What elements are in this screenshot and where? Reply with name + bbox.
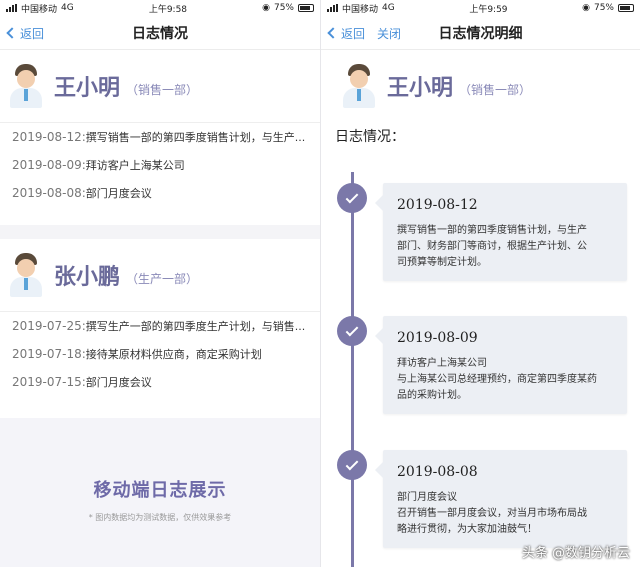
nav-bar: 返回 日志情况 <box>0 16 320 50</box>
check-icon <box>337 183 367 213</box>
chevron-left-icon <box>6 27 18 39</box>
person-dept: （销售一部） <box>126 82 199 97</box>
status-bar: 中国移动 4G 上午9:59 ◉ 75% <box>321 0 640 16</box>
signal-icon <box>6 4 17 12</box>
carrier: 中国移动 <box>342 4 379 15</box>
person-name: 王小明 <box>54 76 121 101</box>
person-dept: （销售一部） <box>459 82 532 97</box>
log-date: 2019-07-15: <box>12 375 86 389</box>
chevron-left-icon <box>327 27 339 39</box>
check-icon <box>337 450 367 480</box>
log-line: 司预算等制定计划。 <box>397 257 487 268</box>
back-button[interactable]: 返回 <box>327 25 366 42</box>
lock-rotation-icon: ◉ <box>262 3 270 13</box>
log-text: 接待某原材料供应商，商定采购计划 <box>85 348 262 361</box>
log-text: 撰写销售一部的第四季度销售计划，与生产... <box>85 131 306 144</box>
battery-percent: 75% <box>593 3 614 13</box>
log-row[interactable]: 2019-07-18: 接待某原材料供应商，商定采购计划 <box>12 340 320 368</box>
log-line: 部门月度会议 <box>397 492 457 503</box>
person-dept: （生产一部） <box>126 271 199 286</box>
page-title: 日志情况 <box>132 25 188 42</box>
back-label: 返回 <box>20 26 45 41</box>
carrier: 中国移动 <box>21 4 58 15</box>
avatar <box>8 253 44 297</box>
person-name: 张小鹏 <box>54 265 121 290</box>
log-text: 撰写生产一部的第四季度生产计划，与销售... <box>85 320 306 333</box>
battery-percent: 75% <box>273 3 294 13</box>
log-text: 拜访客户上海某公司 <box>85 159 185 172</box>
avatar <box>8 64 44 108</box>
logs-label: 日志情况： <box>335 129 405 145</box>
close-button[interactable]: 关闭 <box>377 25 401 42</box>
log-date: 2019-08-08: <box>12 186 86 200</box>
log-date: 2019-07-25: <box>12 319 86 333</box>
watermark: 头条 @数钥分析云 <box>521 546 630 561</box>
log-row[interactable]: 2019-07-25: 撰写生产一部的第四季度生产计划，与销售... <box>12 312 320 340</box>
log-card[interactable]: 2019-08-08 部门月度会议 召开销售一部月度会议，对当月市场布局战 略进… <box>375 450 627 548</box>
log-date: 2019-08-08 <box>397 464 478 480</box>
back-label: 返回 <box>341 26 366 41</box>
status-bar: 中国移动 4G 上午9:58 ◉ 75% <box>0 0 320 16</box>
log-line: 拜访客户上海某公司 <box>397 358 487 369</box>
section-gap <box>0 225 320 239</box>
log-date: 2019-08-09: <box>12 158 86 172</box>
log-text: 部门月度会议 <box>85 376 152 389</box>
log-line: 与上海某公司总经理预约，商定第四季度某药 <box>397 374 597 385</box>
log-card[interactable]: 2019-08-12 撰写销售一部的第四季度销售计划，与生产 部门、财务部门等商… <box>375 183 627 281</box>
network: 4G <box>382 3 395 13</box>
lock-rotation-icon: ◉ <box>582 3 590 13</box>
log-date: 2019-07-18: <box>12 347 86 361</box>
person-card[interactable]: 张小鹏 （生产一部） 2019-07-25: 撰写生产一部的第四季度生产计划，与销… <box>0 239 320 396</box>
network: 4G <box>61 3 74 13</box>
banner-note: * 图内数据均为测试数据，仅供效果参考 <box>88 513 232 522</box>
left-screen: 中国移动 4G 上午9:58 ◉ 75% 返回 日志情况 王小明 （销售一部） … <box>0 0 320 567</box>
log-line: 品的采购计划。 <box>397 390 467 401</box>
log-row[interactable]: 2019-08-08: 部门月度会议 <box>12 179 320 207</box>
log-line: 撰写销售一部的第四季度销售计划，与生产 <box>397 225 587 236</box>
page-title: 日志情况明细 <box>438 25 523 42</box>
log-text: 部门月度会议 <box>85 187 152 200</box>
log-date: 2019-08-09 <box>397 330 478 346</box>
back-button[interactable]: 返回 <box>6 25 45 42</box>
log-date: 2019-08-12: <box>12 130 86 144</box>
log-line: 召开销售一部月度会议，对当月市场布局战 <box>397 508 587 519</box>
person-card[interactable]: 王小明 （销售一部） 2019-08-12: 撰写销售一部的第四季度销售计划，与生… <box>0 50 320 207</box>
banner-title: 移动端日志展示 <box>93 480 227 501</box>
check-icon <box>337 316 367 346</box>
right-screen: 中国移动 4G 上午9:59 ◉ 75% 返回 关闭 日志情况明细 王小明 （销… <box>320 0 640 567</box>
log-line: 略进行贯彻，为大家加油鼓气！ <box>397 524 537 535</box>
person-header: 王小明 （销售一部） <box>321 50 640 122</box>
log-row[interactable]: 2019-08-09: 拜访客户上海某公司 <box>12 151 320 179</box>
log-line: 部门、财务部门等商讨，根据生产计划、公 <box>397 241 587 252</box>
app-root: 中国移动 4G 上午9:58 ◉ 75% 返回 日志情况 王小明 （销售一部） … <box>0 0 640 567</box>
battery-icon <box>298 4 314 12</box>
log-row[interactable]: 2019-07-15: 部门月度会议 <box>12 368 320 396</box>
person-name: 王小明 <box>387 76 454 101</box>
signal-icon <box>327 4 338 12</box>
avatar <box>341 64 377 108</box>
log-date: 2019-08-12 <box>397 197 478 213</box>
promo-banner: 移动端日志展示 * 图内数据均为测试数据，仅供效果参考 <box>0 418 320 567</box>
clock: 上午9:58 <box>148 4 188 15</box>
timeline-line <box>351 172 354 567</box>
log-card[interactable]: 2019-08-09 拜访客户上海某公司 与上海某公司总经理预约，商定第四季度某… <box>375 316 627 414</box>
log-row[interactable]: 2019-08-12: 撰写销售一部的第四季度销售计划，与生产... <box>12 123 320 151</box>
clock: 上午9:59 <box>469 4 508 15</box>
nav-bar: 返回 关闭 日志情况明细 <box>321 16 640 50</box>
battery-icon <box>618 4 634 12</box>
